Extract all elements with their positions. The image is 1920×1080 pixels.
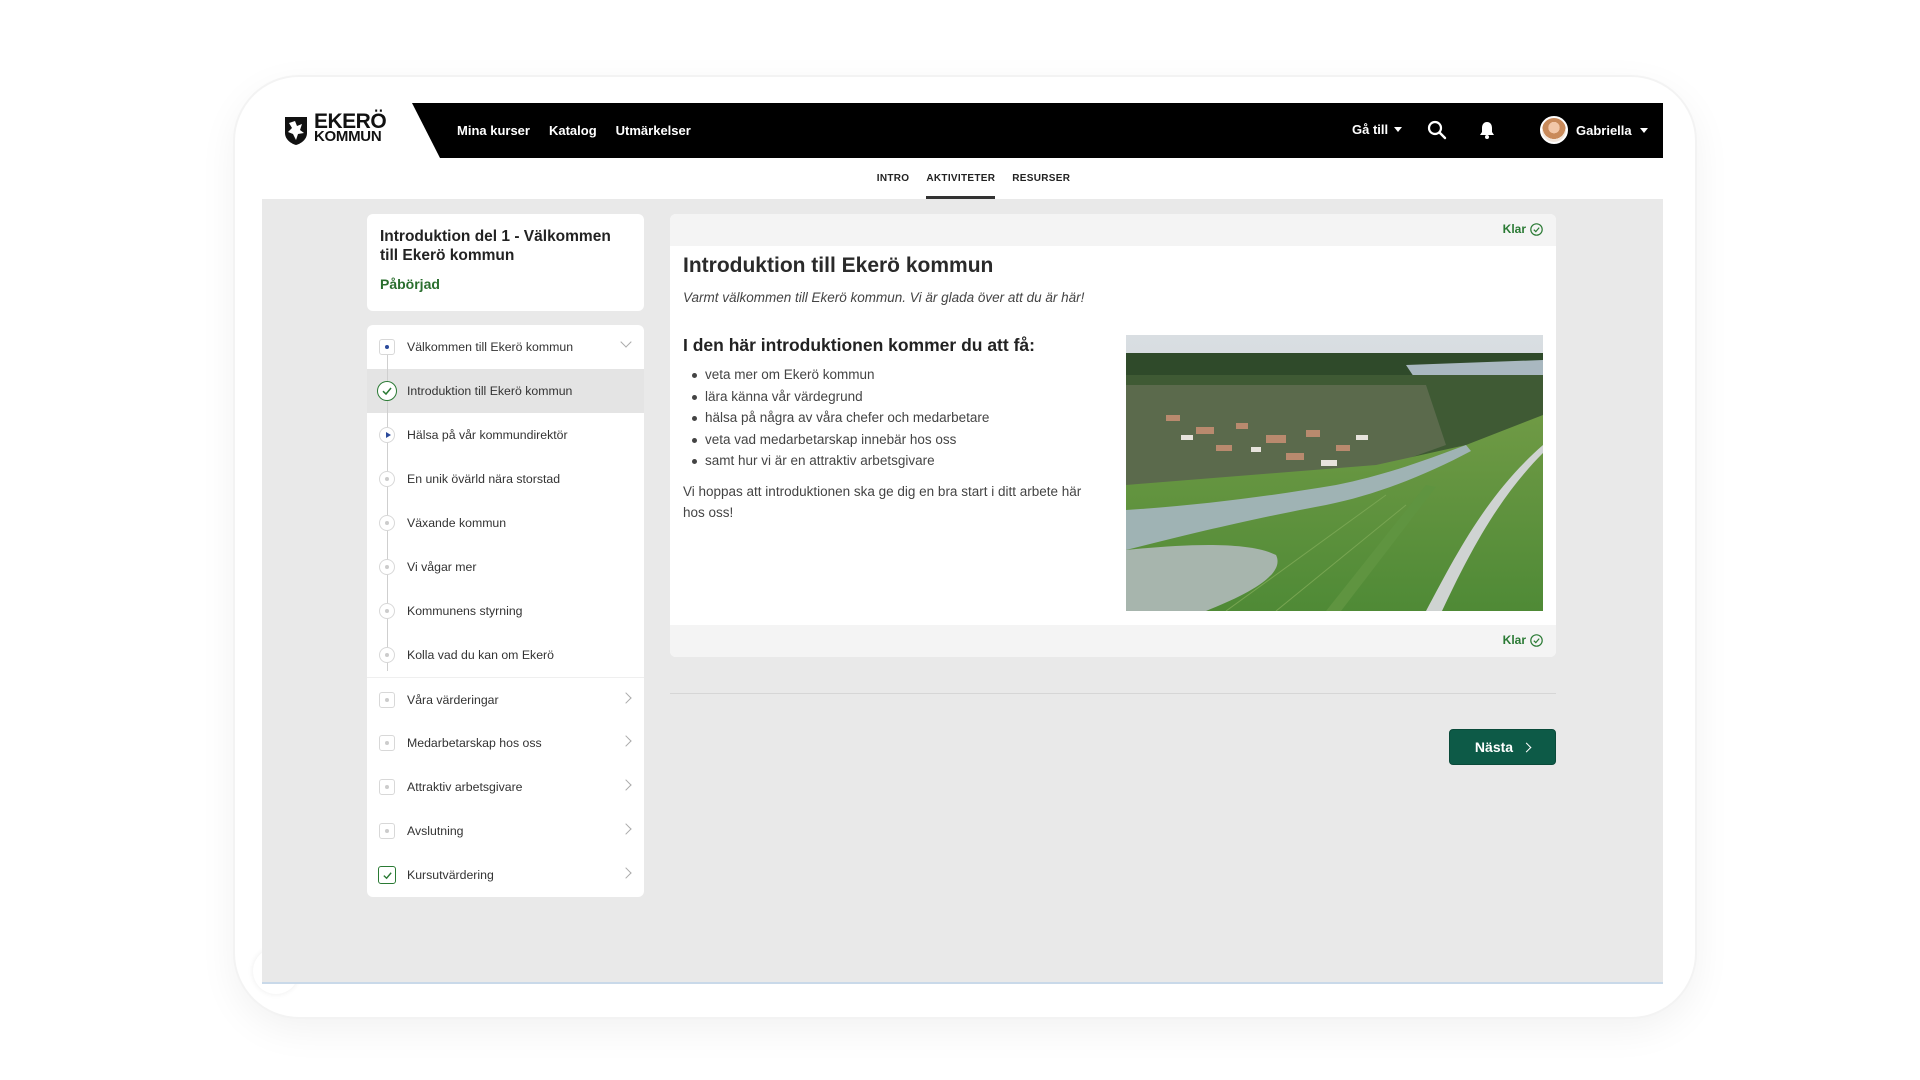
lesson-item-current[interactable]: Introduktion till Ekerö kommun: [367, 369, 644, 413]
chevron-down-icon[interactable]: [620, 336, 632, 348]
module-item[interactable]: Medarbetarskap hos oss: [367, 721, 644, 765]
not-started-icon: [379, 471, 395, 487]
brand-logo[interactable]: EKERÖ KOMMUN: [262, 103, 440, 158]
chevron-right-icon: [1521, 742, 1532, 752]
lesson-label: En unik övärld nära storstad: [407, 472, 561, 486]
lesson-label: Kommunens styrning: [407, 604, 523, 618]
checkbox-checked-icon: [378, 866, 396, 884]
intro-paragraph: Vi hoppas att introduktionen ska ge dig …: [683, 484, 1082, 520]
lesson-label: Kolla vad du kan om Ekerö: [407, 648, 554, 662]
chevron-right-icon: [620, 823, 632, 835]
module-icon: [379, 735, 395, 751]
tab-resurser[interactable]: RESURSER: [1012, 158, 1070, 199]
module-label: Våra värderingar: [407, 692, 499, 707]
check-circle-icon: [1530, 633, 1543, 647]
list-item: lära känna vår värdegrund: [691, 386, 989, 408]
module-label: Attraktiv arbetsgivare: [407, 780, 523, 794]
chevron-right-icon: [620, 779, 632, 791]
lesson-item[interactable]: Vi vågar mer: [367, 545, 644, 589]
user-name: Gabriella: [1576, 122, 1632, 138]
module-item[interactable]: Avslutning: [367, 809, 644, 853]
lesson-item[interactable]: Kommunens styrning: [367, 589, 644, 633]
lesson-label: Välkommen till Ekerö kommun: [407, 340, 574, 354]
list-item: veta vad medarbetarskap innebär hos oss: [691, 429, 989, 451]
course-status: Påbörjad: [380, 276, 440, 292]
lesson-item[interactable]: En unik övärld nära storstad: [367, 457, 644, 501]
brand-wordmark: EKERÖ KOMMUN: [314, 111, 387, 145]
nav-katalog[interactable]: Katalog: [549, 123, 597, 138]
caret-down-icon: [1394, 127, 1403, 132]
module-icon: [379, 692, 395, 708]
check-circle-icon: [1530, 222, 1543, 236]
bullet-list: veta mer om Ekerö kommun lära känna vår …: [691, 364, 989, 472]
check-circle-icon: [377, 381, 397, 401]
module-item[interactable]: Kursutvärdering: [367, 853, 644, 897]
shield-logo-icon: [285, 117, 307, 145]
main-nav: Mina kurser Katalog Utmärkelser: [457, 103, 691, 158]
bell-icon[interactable]: [1476, 119, 1498, 141]
list-item: veta mer om Ekerö kommun: [691, 364, 989, 386]
list-item: hälsa på några av våra chefer och medarb…: [691, 407, 989, 429]
mark-complete-top[interactable]: Klar: [1503, 222, 1543, 236]
course-title: Introduktion del 1 - Välkommen till Eker…: [380, 228, 611, 264]
avatar: [1540, 116, 1568, 144]
lesson-status-bar-top: Klar: [670, 214, 1556, 246]
app-screen: EKERÖ KOMMUN Mina kurser Katalog Utmärke…: [262, 103, 1663, 984]
goto-label: Gå till: [1352, 122, 1389, 137]
lesson-item[interactable]: Kolla vad du kan om Ekerö: [367, 633, 644, 677]
chevron-right-icon: [620, 867, 632, 879]
sub-navigation: INTRO AKTIVITETER RESURSER: [262, 158, 1663, 199]
module-open-icon: [379, 339, 395, 355]
lesson-content-card: Klar Introduktion till Ekerö kommun Varm…: [670, 214, 1556, 657]
search-icon[interactable]: [1426, 119, 1448, 141]
lesson-status-bar-bottom: Klar: [670, 625, 1556, 657]
nav-mina-kurser[interactable]: Mina kurser: [457, 123, 530, 138]
lesson-label: Växande kommun: [407, 516, 507, 530]
goto-dropdown[interactable]: Gå till: [1352, 122, 1403, 137]
chevron-right-icon: [620, 735, 632, 747]
next-label: Nästa: [1474, 739, 1514, 755]
lesson-item[interactable]: Växande kommun: [367, 501, 644, 545]
module-label: Medarbetarskap hos oss: [407, 736, 542, 750]
lesson-list: Välkommen till Ekerö kommun Introduktion…: [367, 325, 644, 897]
klar-label: Klar: [1502, 222, 1526, 236]
not-started-icon: [379, 515, 395, 531]
lesson-label: Vi vågar mer: [407, 560, 477, 574]
course-summary-card: Introduktion del 1 - Välkommen till Eker…: [367, 214, 644, 311]
lesson-item[interactable]: Välkommen till Ekerö kommun: [367, 325, 644, 369]
user-menu[interactable]: Gabriella: [1540, 116, 1648, 144]
top-navbar: EKERÖ KOMMUN Mina kurser Katalog Utmärke…: [262, 103, 1663, 158]
lesson-label: Introduktion till Ekerö kommun: [407, 384, 573, 398]
not-started-icon: [379, 647, 395, 663]
klar-label: Klar: [1502, 633, 1526, 647]
lesson-subtitle: Varmt välkommen till Ekerö kommun. Vi är…: [683, 290, 1085, 305]
module-icon: [379, 779, 395, 795]
lesson-item[interactable]: Hälsa på vår kommundirektör: [367, 413, 644, 457]
tab-intro[interactable]: INTRO: [877, 158, 910, 199]
content-divider: [670, 693, 1556, 694]
next-button[interactable]: Nästa: [1449, 729, 1556, 765]
section-heading: I den här introduktionen kommer du att f…: [683, 335, 1035, 355]
module-label: Kursutvärdering: [407, 868, 494, 882]
nav-utmarkelser[interactable]: Utmärkelser: [616, 123, 691, 138]
lesson-label: Hälsa på vår kommundirektör: [407, 428, 568, 442]
module-item[interactable]: Attraktiv arbetsgivare: [367, 765, 644, 809]
brand-line-2: KOMMUN: [314, 128, 382, 145]
mark-complete-bottom[interactable]: Klar: [1503, 633, 1543, 647]
aerial-photo: [1126, 335, 1543, 611]
play-icon: [379, 427, 395, 443]
chevron-right-icon: [620, 692, 632, 704]
not-started-icon: [379, 603, 395, 619]
list-item: samt hur vi är en attraktiv arbetsgivare: [691, 450, 989, 472]
module-label: Avslutning: [407, 824, 464, 838]
module-icon: [379, 823, 395, 839]
caret-down-icon: [1639, 127, 1648, 133]
lesson-title: Introduktion till Ekerö kommun: [683, 254, 994, 277]
tab-aktiviteter[interactable]: AKTIVITETER: [926, 158, 996, 199]
not-started-icon: [379, 559, 395, 575]
module-item[interactable]: Våra värderingar: [367, 677, 644, 721]
